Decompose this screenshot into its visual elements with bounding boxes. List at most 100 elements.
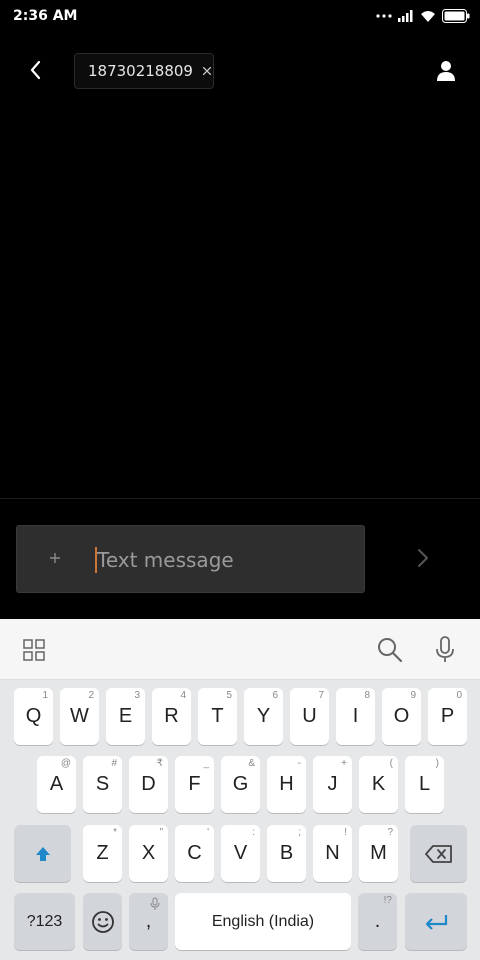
mic-icon[interactable] — [434, 636, 456, 664]
person-icon[interactable] — [436, 60, 456, 82]
period-key[interactable]: .!? — [358, 893, 397, 950]
z[interactable]: Z * — [83, 825, 122, 882]
key-label: H — [279, 773, 294, 795]
key-label: English (India) — [211, 912, 315, 930]
key-secondary-label: ! — [344, 827, 347, 838]
key-label: L — [418, 773, 431, 795]
key-secondary-label: 7 — [318, 690, 324, 701]
search-icon[interactable] — [377, 637, 403, 663]
key-q[interactable]: Q1 — [14, 688, 53, 745]
battery-icon — [442, 9, 470, 23]
key-secondary-label: " — [159, 827, 163, 838]
wifi-icon — [421, 10, 435, 22]
key-label: O — [393, 705, 410, 727]
key-g[interactable]: G & — [221, 756, 260, 813]
keyboard: Q 1 W 2 E 3 R 4 T 5 Y 6 U 7 I 8 O 9 P 0 A @ S # D ₹ F _ G & H - J + K(L) Z *… — [0, 619, 480, 960]
key-k[interactable]: K( — [359, 756, 398, 813]
key-label: Q — [25, 705, 42, 727]
key-secondary-label: * — [113, 827, 117, 838]
signal-icon — [398, 10, 413, 22]
key-h[interactable]: H- — [267, 756, 306, 813]
backspace-icon — [424, 844, 452, 863]
mic-small-icon — [150, 897, 160, 910]
key-secondary-label: 6 — [272, 690, 278, 701]
key-label: , — [145, 910, 152, 932]
key-label: A — [49, 773, 64, 795]
status-icons — [376, 9, 470, 23]
key-secondary-label: ; — [298, 827, 301, 838]
key-label: J — [327, 773, 338, 795]
key-secondary-label: ? — [387, 827, 393, 838]
key-label: R — [164, 705, 179, 727]
key-secondary-label: ' — [207, 827, 209, 838]
backspace-key[interactable] — [410, 825, 467, 882]
enter-key[interactable] — [405, 893, 467, 950]
x[interactable]: X " — [129, 825, 168, 882]
key-label: S — [95, 773, 110, 795]
key-a[interactable]: A @ — [37, 756, 76, 813]
key-i[interactable]: I8 — [336, 688, 375, 745]
key-label: Y — [256, 705, 271, 727]
plus-icon[interactable] — [45, 548, 65, 568]
key-label: B — [279, 842, 294, 864]
key-secondary-label: 2 — [88, 690, 94, 701]
key-t[interactable]: T5 — [198, 688, 237, 745]
status-bar: 2:36 AM — [0, 0, 480, 34]
message-input[interactable] — [97, 542, 347, 578]
key-f[interactable]: F _ — [175, 756, 214, 813]
enter-icon — [425, 914, 448, 930]
key-label: D — [141, 773, 156, 795]
key-secondary-label: & — [248, 758, 255, 769]
key-secondary-label: 0 — [456, 690, 462, 701]
key-secondary-label: ₹ — [156, 758, 163, 769]
key-label: G — [232, 773, 249, 795]
key-label: . — [374, 910, 381, 932]
shift-key[interactable] — [14, 825, 71, 882]
key-o[interactable]: O9 — [382, 688, 421, 745]
key-p[interactable]: P0 — [428, 688, 467, 745]
key-secondary-label: @ — [60, 758, 71, 769]
b[interactable]: B; — [267, 825, 306, 882]
compose-divider — [0, 498, 480, 499]
close-icon[interactable] — [201, 64, 213, 78]
key-label: E — [118, 705, 133, 727]
key-secondary-label: ( — [389, 758, 393, 769]
key-secondary-label: 3 — [134, 690, 140, 701]
key-j[interactable]: J + — [313, 756, 352, 813]
key-secondary-label: 4 — [180, 690, 186, 701]
chevron-right-icon[interactable] — [410, 543, 434, 573]
key-u[interactable]: U7 — [290, 688, 329, 745]
key-y[interactable]: Y6 — [244, 688, 283, 745]
symbols-key[interactable]: ?123 — [14, 893, 75, 950]
key-secondary-label: 1 — [42, 690, 48, 701]
grid-icon[interactable] — [23, 639, 45, 661]
key-s[interactable]: S # — [83, 756, 122, 813]
c[interactable]: C ' — [175, 825, 214, 882]
key-r[interactable]: R4 — [152, 688, 191, 745]
key-label: U — [302, 705, 317, 727]
chevron-left-icon[interactable] — [24, 56, 48, 84]
emoji-key[interactable] — [83, 893, 122, 950]
emoji-icon — [91, 910, 114, 933]
key-secondary-label: - — [297, 758, 301, 769]
key-w[interactable]: W2 — [60, 688, 99, 745]
key-label: V — [233, 842, 248, 864]
key-e[interactable]: E3 — [106, 688, 145, 745]
space-key[interactable]: English (India) — [175, 893, 351, 950]
v[interactable]: V: — [221, 825, 260, 882]
recipient-chip[interactable]: 18730218809 — [74, 53, 214, 89]
key-secondary-label: 5 — [226, 690, 232, 701]
key-label: W — [70, 705, 89, 727]
key-secondary-label: 9 — [410, 690, 416, 701]
key-l[interactable]: L) — [405, 756, 444, 813]
message-compose-box — [16, 525, 365, 593]
key-secondary-label: + — [341, 758, 347, 769]
key-d[interactable]: D ₹ — [129, 756, 168, 813]
key-label: K — [371, 773, 386, 795]
more-dots-icon — [376, 14, 392, 18]
key-secondary-label: ) — [435, 758, 439, 769]
n[interactable]: N! — [313, 825, 352, 882]
m[interactable]: M? — [359, 825, 398, 882]
key-label: Z — [96, 842, 109, 864]
comma-key[interactable]: , — [129, 893, 168, 950]
